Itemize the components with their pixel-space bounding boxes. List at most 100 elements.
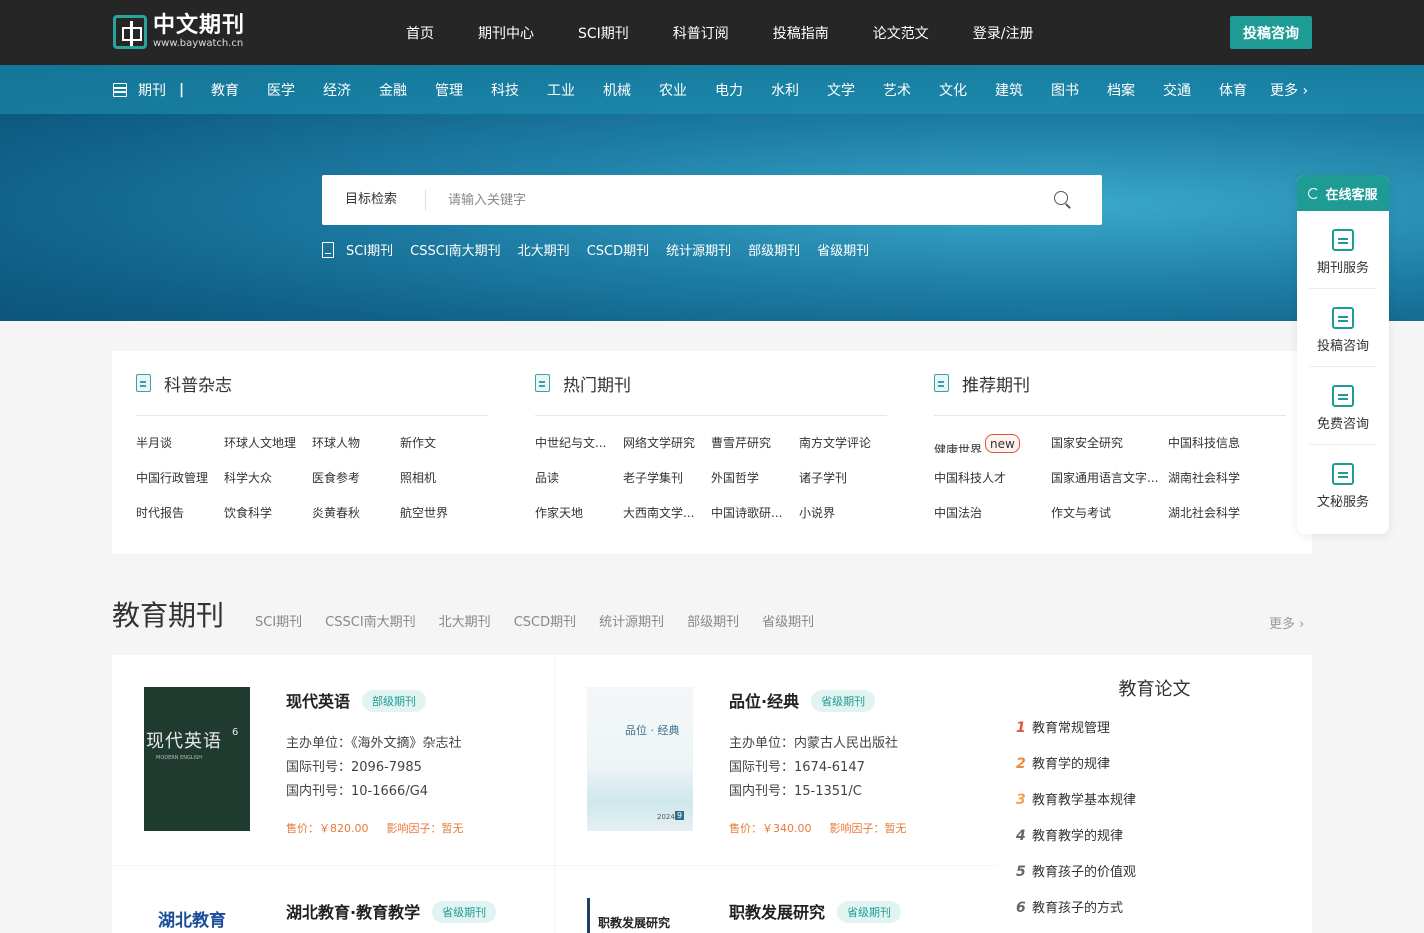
list-item[interactable]: 外国哲学 — [711, 469, 799, 488]
tab-ministry[interactable]: 部级期刊 — [687, 611, 739, 630]
journal-name[interactable]: 现代英语 — [286, 692, 350, 711]
nav-sci[interactable]: SCI期刊 — [578, 23, 629, 43]
category-medicine[interactable]: 医学 — [267, 80, 295, 100]
online-service-button[interactable]: 在线客服 — [1297, 175, 1389, 211]
category-management[interactable]: 管理 — [435, 80, 463, 100]
quick-link-pku[interactable]: 北大期刊 — [518, 240, 570, 259]
tab-stat[interactable]: 统计源期刊 — [599, 611, 664, 630]
nav-subscribe[interactable]: 科普订阅 — [673, 23, 729, 43]
list-item[interactable]: 中国行政管理 — [136, 469, 224, 488]
nav-home[interactable]: 首页 — [406, 23, 434, 43]
service-journal[interactable]: 期刊服务 — [1309, 211, 1377, 289]
list-item[interactable]: 品读 — [535, 469, 623, 488]
nav-guide[interactable]: 投稿指南 — [773, 23, 829, 43]
list-item[interactable]: 作文与考试 — [1051, 504, 1168, 523]
search-input[interactable] — [448, 192, 1054, 208]
list-item[interactable]: 老子学集刊 — [623, 469, 711, 488]
paper-item[interactable]: 6 教育孩子的方式 — [1016, 897, 1136, 933]
tab-sci[interactable]: SCI期刊 — [255, 611, 302, 630]
list-item[interactable]: 炎黄春秋 — [312, 504, 400, 523]
journal-card[interactable]: 湖北教育 湖北教育·教育教学 省级期刊 — [112, 866, 554, 933]
list-item[interactable]: 作家天地 — [535, 504, 623, 523]
list-item[interactable]: 诸子学刊 — [799, 469, 887, 488]
list-item[interactable]: 湖北社会科学 — [1168, 504, 1285, 523]
journal-card[interactable]: 品位 · 经典 2024 9 品位·经典 省级期刊 主办单位：内蒙古人民出版社 国… — [555, 655, 997, 865]
list-item[interactable]: 南方文学评论 — [799, 434, 887, 453]
journal-name[interactable]: 品位·经典 — [729, 692, 799, 711]
list-item[interactable]: 环球人文地理 — [224, 434, 312, 453]
quick-link-stat[interactable]: 统计源期刊 — [666, 240, 731, 259]
category-architecture[interactable]: 建筑 — [995, 80, 1023, 100]
tab-cssci[interactable]: CSSCI南大期刊 — [325, 611, 416, 630]
list-item[interactable]: 中世纪与文... — [535, 434, 623, 453]
list-item[interactable]: 网络文学研究 — [623, 434, 711, 453]
category-head[interactable]: 期刊 | — [112, 80, 198, 100]
journal-cover[interactable]: 现代英语 6 MODERN ENGLISH — [144, 687, 250, 831]
category-education[interactable]: 教育 — [211, 80, 239, 100]
list-item[interactable]: 中国法治 — [934, 504, 1051, 523]
list-item[interactable]: 国家通用语言文字... — [1051, 469, 1168, 488]
nav-samples[interactable]: 论文范文 — [873, 23, 929, 43]
journal-name[interactable]: 湖北教育·教育教学 — [286, 903, 420, 922]
category-finance[interactable]: 金融 — [379, 80, 407, 100]
tab-provincial[interactable]: 省级期刊 — [762, 611, 814, 630]
list-item[interactable]: 时代报告 — [136, 504, 224, 523]
list-item[interactable]: 新作文 — [400, 434, 488, 453]
search-target-label[interactable]: 目标检索 — [322, 189, 426, 211]
quick-link-cssci[interactable]: CSSCI南大期刊 — [410, 240, 501, 259]
journal-cover[interactable]: 品位 · 经典 2024 9 — [587, 687, 693, 831]
paper-item[interactable]: 1 教育常规管理 — [1016, 717, 1136, 753]
list-item[interactable]: 国家安全研究 — [1051, 434, 1168, 453]
list-item[interactable]: 健康世界 new — [934, 434, 1051, 453]
paper-item[interactable]: 3 教育教学基本规律 — [1016, 789, 1136, 825]
journal-cover[interactable]: 湖北教育 — [144, 886, 250, 933]
list-item[interactable]: 大西南文学... — [623, 504, 711, 523]
list-item[interactable]: 环球人物 — [312, 434, 400, 453]
category-art[interactable]: 艺术 — [883, 80, 911, 100]
paper-item[interactable]: 5 教育孩子的价值观 — [1016, 861, 1136, 897]
quick-link-sci[interactable]: SCI期刊 — [346, 240, 393, 259]
category-sports[interactable]: 体育 — [1219, 80, 1247, 100]
journal-card[interactable]: 职教发展研究 职教发展研究 省级期刊 — [555, 866, 997, 933]
journal-name[interactable]: 职教发展研究 — [729, 903, 825, 922]
paper-item[interactable]: 2 教育学的规律 — [1016, 753, 1136, 789]
category-economy[interactable]: 经济 — [323, 80, 351, 100]
section-more-link[interactable]: 更多 › — [1269, 613, 1304, 632]
journal-cover[interactable]: 职教发展研究 — [587, 898, 693, 933]
service-secretarial[interactable]: 文秘服务 — [1309, 445, 1377, 523]
tab-cscd[interactable]: CSCD期刊 — [514, 611, 576, 630]
category-machinery[interactable]: 机械 — [603, 80, 631, 100]
category-agriculture[interactable]: 农业 — [659, 80, 687, 100]
list-item[interactable]: 航空世界 — [400, 504, 488, 523]
list-item[interactable]: 半月谈 — [136, 434, 224, 453]
list-item[interactable]: 中国诗歌研... — [711, 504, 799, 523]
list-item[interactable]: 小说界 — [799, 504, 887, 523]
category-power[interactable]: 电力 — [715, 80, 743, 100]
category-technology[interactable]: 科技 — [491, 80, 519, 100]
consult-button[interactable]: 投稿咨询 — [1230, 16, 1312, 49]
tab-pku[interactable]: 北大期刊 — [439, 611, 491, 630]
list-item[interactable]: 科学大众 — [224, 469, 312, 488]
search-icon[interactable] — [1054, 191, 1072, 209]
quick-link-provincial[interactable]: 省级期刊 — [817, 240, 869, 259]
nav-journal-center[interactable]: 期刊中心 — [478, 23, 534, 43]
nav-login[interactable]: 登录/注册 — [973, 23, 1034, 43]
category-literature[interactable]: 文学 — [827, 80, 855, 100]
category-water[interactable]: 水利 — [771, 80, 799, 100]
list-item[interactable]: 饮食科学 — [224, 504, 312, 523]
quick-link-cscd[interactable]: CSCD期刊 — [587, 240, 649, 259]
category-industry[interactable]: 工业 — [547, 80, 575, 100]
list-item[interactable]: 湖南社会科学 — [1168, 469, 1285, 488]
service-free-consult[interactable]: 免费咨询 — [1309, 367, 1377, 445]
list-item[interactable]: 中国科技信息 — [1168, 434, 1285, 453]
list-item[interactable]: 中国科技人才 — [934, 469, 1051, 488]
category-books[interactable]: 图书 — [1051, 80, 1079, 100]
list-item[interactable]: 曹雪芹研究 — [711, 434, 799, 453]
category-culture[interactable]: 文化 — [939, 80, 967, 100]
paper-item[interactable]: 4 教育教学的规律 — [1016, 825, 1136, 861]
journal-card[interactable]: 现代英语 6 MODERN ENGLISH 现代英语 部级期刊 主办单位：《海外文… — [112, 655, 554, 865]
logo[interactable]: 中文期刊 www.baywatch.cn — [113, 14, 245, 49]
category-archives[interactable]: 档案 — [1107, 80, 1135, 100]
list-item[interactable]: 照相机 — [400, 469, 488, 488]
category-more-link[interactable]: 更多 › — [1270, 80, 1308, 100]
